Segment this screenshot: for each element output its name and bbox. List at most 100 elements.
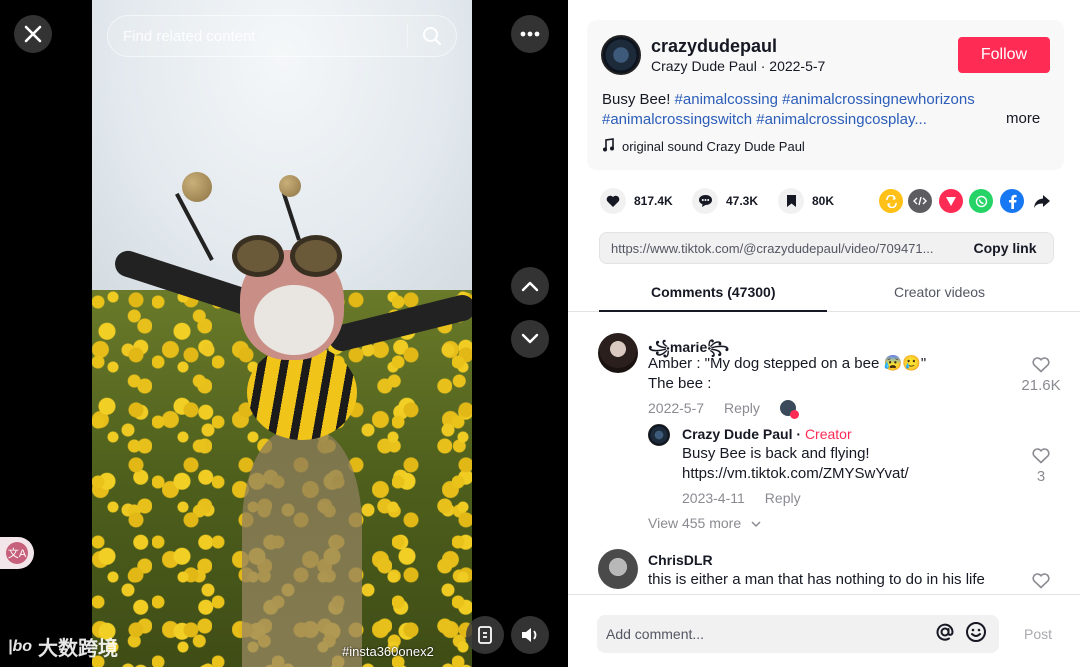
reply-text-line: Busy Bee is back and flying! [682,445,870,462]
view-more-label: View 455 more [648,515,742,531]
antenna-ball-left [182,172,212,202]
comment-list: ꧁marie꧂ Amber : "My dog stepped on a bee… [568,320,1080,594]
reply-like[interactable]: 3 [1021,448,1061,485]
reply-author-line: Crazy Dude Paul · Creator [682,426,852,442]
author-avatar[interactable] [601,35,641,75]
author-separator: · [756,58,770,74]
share-arrow-icon[interactable] [1030,189,1054,213]
like-action[interactable]: 817.4K [600,188,673,214]
commenter-avatar[interactable] [598,549,638,589]
author-card: crazydudepaul Crazy Dude Paul · 2022-5-7… [587,20,1064,170]
details-pane: crazydudepaul Crazy Dude Paul · 2022-5-7… [568,0,1080,667]
creator-liked-heart-icon [789,410,799,419]
reply-date: 2023-4-11 [682,490,745,506]
copy-link-button[interactable]: Copy link [957,240,1053,256]
comment-composer: Add comment... Post [568,594,1080,667]
comment-like[interactable]: 21.6K [1021,357,1061,394]
hashtag-link[interactable]: #animalcrossingcosplay... [756,111,927,128]
mention-icon[interactable] [935,622,955,647]
hashtag-link[interactable]: #animalcrossingnewhorizons [782,91,975,108]
whatsapp-icon[interactable] [969,189,993,213]
music-note-icon [602,138,614,155]
active-tab-indicator [599,310,827,312]
tab-comments[interactable]: Comments (47300) [651,284,776,300]
post-button[interactable]: Post [1024,626,1052,642]
more-options-icon[interactable] [511,15,549,53]
facebook-icon[interactable] [1000,189,1024,213]
save-action[interactable]: 80K [778,188,834,214]
reply-button[interactable]: Reply [724,400,760,416]
like-count: 817.4K [634,194,673,208]
save-count: 80K [812,194,835,208]
video-pane: #insta360onex2 Find related content 文A |… [0,0,568,667]
close-icon[interactable] [14,15,52,53]
reply-meta: 2023-4-11 Reply [682,490,801,506]
comment-placeholder: Add comment... [606,626,705,642]
watermark-logo: |bo [8,637,33,655]
tiktok-video-page: #insta360onex2 Find related content 文A |… [0,0,1080,667]
music-title: original sound Crazy Dude Paul [622,139,805,154]
comment-icon [692,188,718,214]
author-subline: Crazy Dude Paul · 2022-5-7 [651,58,825,74]
comment-date: 2022-5-7 [648,400,705,416]
add-comment-input[interactable]: Add comment... [597,615,999,653]
comment-text-line: The bee : [648,375,712,392]
commenter-name[interactable]: ChrisDLR [648,552,713,568]
reply-author-name[interactable]: Crazy Dude Paul [682,426,792,442]
watermark-text: 大数跨境 [38,638,119,660]
view-more-replies[interactable]: View 455 more [648,515,761,531]
volume-icon[interactable] [511,616,549,654]
translate-badge[interactable]: 文A [0,537,34,569]
description-more-button[interactable]: more [1006,110,1040,127]
emoji-icon[interactable] [965,621,987,648]
heart-outline-icon [1032,573,1050,589]
search-placeholder: Find related content [123,27,256,45]
creator-badge: Creator [804,426,852,442]
creator-liked-avatar [779,400,799,419]
follow-button[interactable]: Follow [958,37,1050,73]
chevron-down-icon[interactable] [511,320,549,358]
hashtag-link[interactable]: #animalcossing [675,91,778,108]
author-display-name: Crazy Dude Paul [651,58,757,74]
video-description: Busy Bee! #animalcossing #animalcrossing… [602,90,1002,130]
reply-button[interactable]: Reply [765,490,801,506]
download-icon[interactable] [466,616,504,654]
video-link-box: https://www.tiktok.com/@crazydudepaul/vi… [599,232,1054,264]
comment-text-line: Amber : "My dog stepped on a bee 😰🥲" [648,355,927,372]
watermark: |bo 大数跨境 [8,632,118,661]
heart-outline-icon [1032,448,1050,464]
translate-icon: 文A [6,542,28,564]
action-bar: 817.4K 47.3K 80K [600,188,1060,216]
post-date: 2022-5-7 [769,58,826,74]
antenna-ball-right [279,175,301,197]
goggles [232,235,352,277]
description-text: Busy Bee! [602,91,675,108]
chevron-up-icon[interactable] [511,267,549,305]
comment-meta: 2022-5-7 Reply [648,400,799,419]
reply-text-line[interactable]: https://vm.tiktok.com/ZMYSwYvat/ [682,464,909,484]
comment-tabs: Comments (47300) Creator videos [568,276,1080,312]
embed-icon[interactable] [908,189,932,213]
commenter-avatar[interactable] [598,333,638,373]
reply-author-avatar[interactable] [648,424,670,446]
goggle-right [290,235,342,277]
comment-like-count: 21.6K [1021,377,1061,394]
tab-creator-videos[interactable]: Creator videos [894,284,985,300]
related-content-search[interactable]: Find related content [107,15,457,57]
heart-outline-icon [1032,357,1050,373]
hashtag-link[interactable]: #animalcrossingswitch [602,111,752,128]
comment-text-line: this is either a man that has nothing to… [648,571,985,588]
video-url[interactable]: https://www.tiktok.com/@crazydudepaul/vi… [611,241,957,256]
video-dirt-path [242,430,362,667]
music-link[interactable]: original sound Crazy Dude Paul [602,138,805,155]
goggle-left [232,235,284,277]
author-username[interactable]: crazydudepaul [651,36,777,57]
search-icon[interactable] [408,16,456,56]
send-icon[interactable] [939,189,963,213]
chevron-down-icon [751,521,761,528]
repost-icon[interactable] [879,189,903,213]
comment-action[interactable]: 47.3K [692,188,758,214]
video-player[interactable]: #insta360onex2 [92,0,472,667]
comment-like[interactable] [1021,573,1061,593]
bookmark-icon [778,188,804,214]
